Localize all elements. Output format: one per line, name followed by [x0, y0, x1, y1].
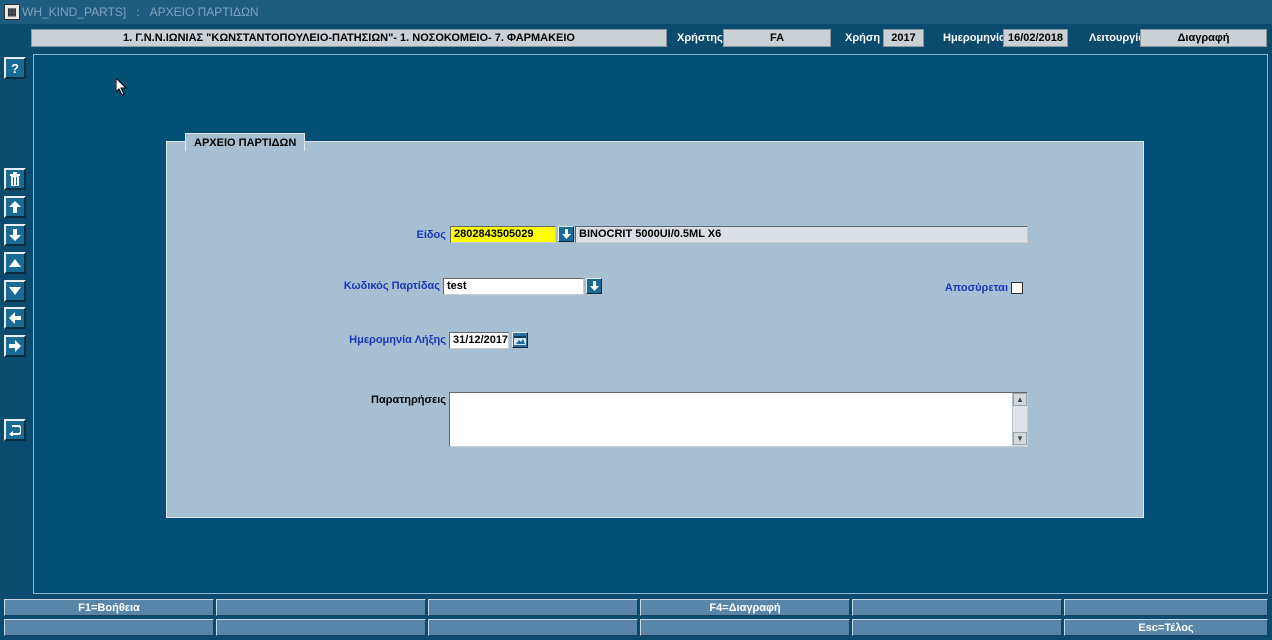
- expiry-date-label: Ημερομηνία Λήξης: [349, 334, 446, 346]
- exit-button[interactable]: [4, 419, 26, 441]
- previous-field-button[interactable]: [4, 307, 26, 329]
- previous-block-button[interactable]: [4, 252, 26, 274]
- item-description-field: BINOCRIT 5000UI/0.5ML X6: [575, 226, 1028, 243]
- notes-label: Παρατηρήσεις: [371, 394, 446, 406]
- arrow-down-icon: [589, 281, 599, 291]
- arrow-down-icon: [9, 229, 21, 241]
- arrow-up-icon: [9, 201, 21, 213]
- title-bar: ▦ WH_KIND_PARTS] : ΑΡΧΕΙΟ ΠΑΡΤΙΔΩΝ: [0, 0, 1272, 24]
- window-title: ΑΡΧΕΙΟ ΠΑΡΤΙΔΩΝ: [149, 5, 259, 19]
- item-code-field[interactable]: 2802843505029: [450, 226, 556, 243]
- arrow-down-icon: [561, 229, 571, 239]
- year-field: 2017: [883, 29, 924, 47]
- notes-scrollbar[interactable]: ▲ ▼: [1012, 393, 1027, 446]
- date-label: Ημερομηνία: [943, 32, 1006, 44]
- item-label: Είδος: [416, 229, 446, 241]
- fkey-slot[interactable]: [1064, 599, 1268, 616]
- batch-code-field[interactable]: test: [443, 278, 584, 295]
- fkey-slot[interactable]: [428, 599, 638, 616]
- batch-panel: [166, 141, 1144, 518]
- fkey-slot[interactable]: [852, 599, 1062, 616]
- notes-textarea[interactable]: [449, 392, 1028, 447]
- scroll-down-icon[interactable]: ▼: [1013, 432, 1027, 445]
- form-name: WH_KIND_PARTS]: [22, 5, 127, 19]
- left-toolbar: ?: [0, 54, 32, 594]
- user-field: FA: [723, 29, 831, 47]
- arrow-right-icon: [9, 340, 21, 352]
- calendar-icon: [514, 336, 526, 345]
- arrow-left-icon: [9, 312, 21, 324]
- calendar-button[interactable]: [512, 332, 528, 348]
- scroll-up-icon[interactable]: ▲: [1013, 393, 1027, 406]
- user-label: Χρήστης: [677, 32, 723, 44]
- undo-icon: [9, 425, 21, 436]
- triangle-down-icon: [9, 287, 21, 295]
- mode-field: Διαγραφή: [1140, 29, 1267, 47]
- header-bar: 1. Γ.Ν.Ν.ΙΩΝΙΑΣ "ΚΩΝΣΤΑΝΤΟΠΟΥΛΕΙΟ-ΠΑΤΗΣΙ…: [0, 26, 1272, 50]
- trash-icon: [10, 172, 20, 186]
- panel-tab: ΑΡΧΕΙΟ ΠΑΡΤΙΔΩΝ: [185, 133, 306, 151]
- delete-button[interactable]: [4, 168, 26, 190]
- withdrawn-label: Αποσύρεται: [944, 282, 1008, 294]
- fkey-slot[interactable]: [640, 619, 850, 636]
- organization-field: 1. Γ.Ν.Ν.ΙΩΝΙΑΣ "ΚΩΝΣΤΑΝΤΟΠΟΥΛΕΙΟ-ΠΑΤΗΣΙ…: [31, 29, 667, 47]
- batch-code-label: Κωδικός Παρτίδας: [343, 280, 440, 292]
- date-field: 16/02/2018: [1003, 29, 1068, 47]
- app-icon: ▦: [4, 4, 20, 20]
- next-block-button[interactable]: [4, 280, 26, 302]
- fkey-slot[interactable]: [4, 619, 214, 636]
- next-record-button[interactable]: [4, 224, 26, 246]
- fkey-slot[interactable]: [428, 619, 638, 636]
- mouse-cursor-icon: [116, 78, 128, 96]
- fkey-exit[interactable]: Esc=Τέλος: [1064, 619, 1268, 636]
- item-lov-button[interactable]: [558, 226, 574, 242]
- fkey-help[interactable]: F1=Βοήθεια: [4, 599, 214, 616]
- fkey-slot[interactable]: [852, 619, 1062, 636]
- batch-lov-button[interactable]: [586, 278, 602, 294]
- fkey-delete[interactable]: F4=Διαγραφή: [640, 599, 850, 616]
- fkey-slot[interactable]: [216, 599, 426, 616]
- withdrawn-checkbox[interactable]: [1011, 282, 1023, 294]
- year-label: Χρήση: [845, 32, 881, 44]
- expiry-date-field[interactable]: 31/12/2017: [449, 332, 509, 349]
- function-key-bar: F1=Βοήθεια F4=Διαγραφή Esc=Τέλος: [4, 599, 1268, 637]
- previous-record-button[interactable]: [4, 196, 26, 218]
- title-separator: :: [136, 5, 140, 19]
- help-button[interactable]: ?: [4, 57, 26, 79]
- mode-label: Λειτουργία: [1089, 32, 1146, 44]
- fkey-slot[interactable]: [216, 619, 426, 636]
- triangle-up-icon: [9, 259, 21, 267]
- next-field-button[interactable]: [4, 335, 26, 357]
